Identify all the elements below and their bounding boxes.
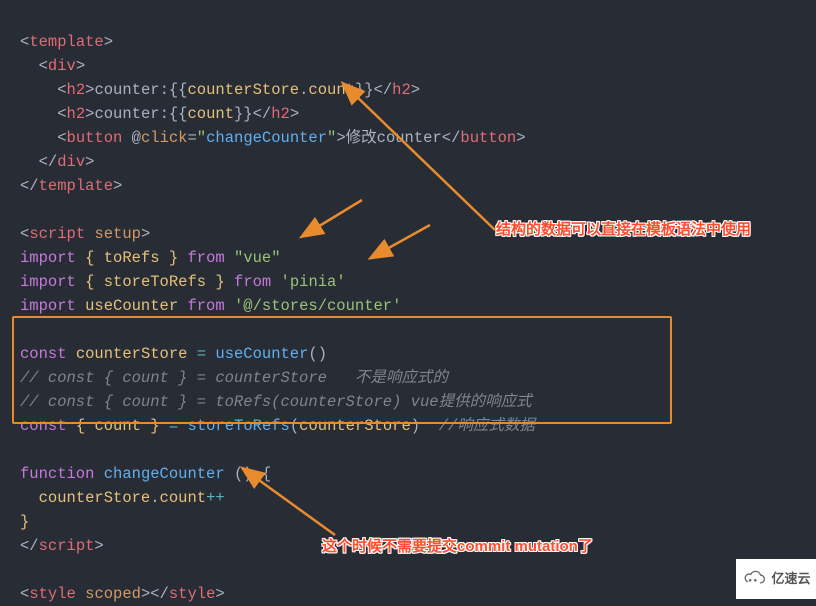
watermark: 亿速云 <box>736 559 816 599</box>
code-block: <template> <div> <h2>counter:{{counterSt… <box>0 0 816 606</box>
annotation-text-top: 结构的数据可以直接在模板语法中使用 <box>496 218 751 242</box>
annotation-text-bottom: 这个时候不需要提交commit mutation了 <box>322 535 593 559</box>
watermark-text: 亿速云 <box>771 567 810 591</box>
cloud-icon <box>741 570 767 588</box>
